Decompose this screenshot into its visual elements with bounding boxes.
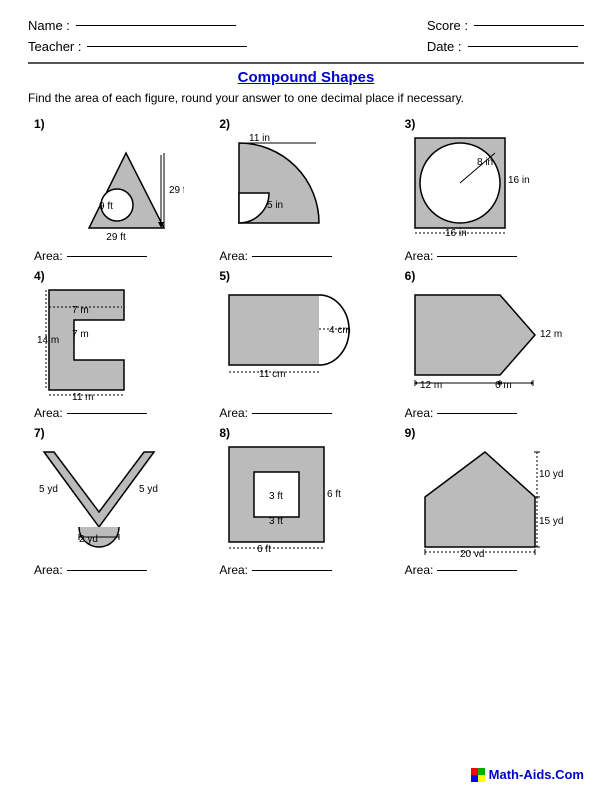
svg-text:12 m: 12 m: [540, 329, 562, 340]
date-line: [468, 46, 578, 47]
score-row: Score :: [427, 18, 584, 33]
svg-text:8 in: 8 in: [477, 157, 493, 168]
problem-5-svg: 4 cm 11 cm: [219, 285, 369, 400]
watermark: Math-Aids.Com: [471, 764, 584, 783]
problem-3: 3) 8 in 16 in 16 in Area:: [399, 113, 584, 265]
svg-text:2 yd: 2 yd: [79, 534, 98, 545]
problem-7-area: Area:: [34, 563, 147, 577]
problem-9-num: 9): [405, 426, 416, 440]
name-line: [76, 25, 236, 26]
problem-5-num: 5): [219, 269, 230, 283]
svg-text:11 cm: 11 cm: [259, 369, 286, 380]
problem-8-svg: 3 ft 3 ft 6 ft 6 ft: [219, 442, 369, 557]
problem-7-num: 7): [34, 426, 45, 440]
problems-grid: 1) 9 ft 29 ft 29 ft: [28, 113, 584, 579]
problem-6-num: 6): [405, 269, 416, 283]
problem-1-area: Area:: [34, 249, 147, 263]
problem-8-num: 8): [219, 426, 230, 440]
problem-1-num: 1): [34, 117, 45, 131]
svg-text:10 yd: 10 yd: [539, 469, 563, 480]
problem-7-svg: 5 yd 5 yd 2 yd: [34, 442, 184, 557]
problem-4-area: Area:: [34, 406, 147, 420]
header-left: Name : Teacher :: [28, 18, 247, 54]
svg-text:5 yd: 5 yd: [39, 484, 58, 495]
teacher-label: Teacher :: [28, 39, 81, 54]
name-label: Name :: [28, 18, 70, 33]
score-label: Score :: [427, 18, 468, 33]
teacher-row: Teacher :: [28, 39, 247, 54]
watermark-text: Math-Aids.Com: [489, 767, 584, 782]
problem-1: 1) 9 ft 29 ft 29 ft: [28, 113, 213, 265]
problem-2-svg: 11 in 5 in: [219, 133, 349, 243]
problem-4-num: 4): [34, 269, 45, 283]
score-line: [474, 25, 584, 26]
problem-5: 5) 4 cm 11 cm Area:: [213, 265, 398, 422]
svg-text:9 ft: 9 ft: [99, 201, 113, 212]
svg-text:5 in: 5 in: [267, 200, 283, 211]
problem-2-num: 2): [219, 117, 230, 131]
svg-text:29 ft: 29 ft: [169, 185, 184, 196]
watermark-icon: [471, 768, 485, 782]
problem-2: 2) 11 in 5 in Area:: [213, 113, 398, 265]
problem-3-num: 3): [405, 117, 416, 131]
svg-text:6 m: 6 m: [495, 380, 512, 391]
svg-text:3 ft: 3 ft: [269, 491, 283, 502]
svg-text:5 yd: 5 yd: [139, 484, 158, 495]
problem-9: 9) 10 yd 15 yd 20 yd: [399, 422, 584, 579]
svg-text:14 m: 14 m: [37, 335, 59, 346]
svg-text:3 ft: 3 ft: [269, 516, 283, 527]
problem-5-area: Area:: [219, 406, 332, 420]
svg-text:20 yd: 20 yd: [460, 549, 484, 557]
problem-3-svg: 8 in 16 in 16 in: [405, 133, 545, 243]
header: Name : Teacher : Score : Date :: [28, 18, 584, 54]
problem-4-svg: 14 m 7 m 7 m 11 m: [34, 285, 184, 400]
date-row: Date :: [427, 39, 584, 54]
teacher-line: [87, 46, 247, 47]
problem-2-area: Area:: [219, 249, 332, 263]
svg-text:16 in: 16 in: [508, 175, 530, 186]
problem-1-svg: 9 ft 29 ft 29 ft: [34, 133, 184, 243]
svg-text:12 m: 12 m: [420, 380, 442, 391]
problem-6: 6) 12 m 12 m 6 m: [399, 265, 584, 422]
problem-3-area: Area:: [405, 249, 518, 263]
svg-text:11 in: 11 in: [249, 133, 270, 144]
instructions: Find the area of each figure, round your…: [28, 91, 584, 105]
svg-text:6 ft: 6 ft: [327, 489, 341, 500]
page: Name : Teacher : Score : Date : Compound…: [0, 0, 612, 792]
header-right: Score : Date :: [427, 18, 584, 54]
name-row: Name :: [28, 18, 247, 33]
problem-9-area: Area:: [405, 563, 518, 577]
svg-text:6 ft: 6 ft: [257, 544, 271, 555]
svg-text:15 yd: 15 yd: [539, 516, 563, 527]
divider: [28, 62, 584, 64]
date-label: Date :: [427, 39, 462, 54]
svg-text:4 cm: 4 cm: [329, 325, 351, 336]
page-title: Compound Shapes: [28, 69, 584, 86]
problem-9-svg: 10 yd 15 yd 20 yd: [405, 442, 565, 557]
svg-text:29 ft: 29 ft: [106, 232, 126, 243]
problem-6-svg: 12 m 12 m 6 m: [405, 285, 565, 400]
problem-7: 7) 5 yd 5 yd 2 yd Area:: [28, 422, 213, 579]
svg-text:7 m: 7 m: [72, 329, 89, 340]
problem-8-area: Area:: [219, 563, 332, 577]
problem-6-area: Area:: [405, 406, 518, 420]
problem-4: 4) 14 m 7 m 7 m 11 m Area:: [28, 265, 213, 422]
svg-text:11 m: 11 m: [72, 392, 94, 400]
problem-8: 8) 3 ft 3 ft 6 ft 6 ft Area:: [213, 422, 398, 579]
